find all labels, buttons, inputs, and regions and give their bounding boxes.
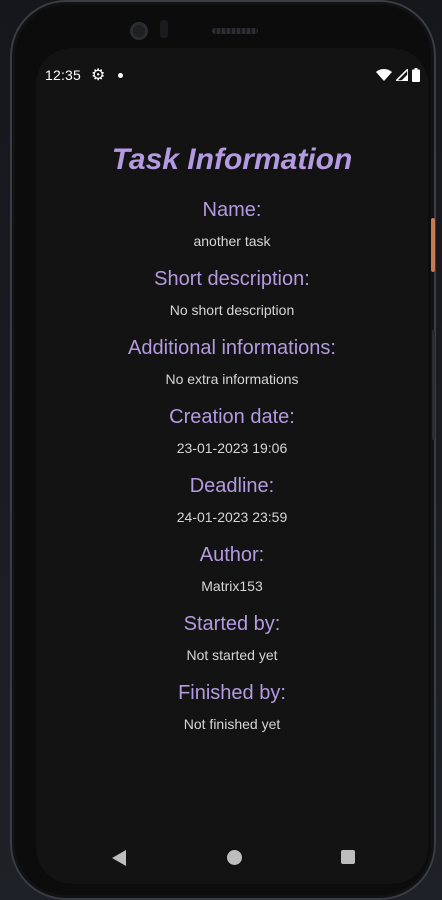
power-button[interactable] <box>431 218 435 272</box>
field-label: Deadline: <box>189 475 275 497</box>
device-background: 12:35 ⚙ Task Information Name: another t… <box>0 0 442 900</box>
field-value: Not started yet <box>186 647 278 663</box>
navigation-bar <box>36 846 428 870</box>
field-label: Additional informations: <box>128 337 336 359</box>
field-value: 24-01-2023 23:59 <box>176 509 288 525</box>
field-label: Creation date: <box>169 406 295 428</box>
earpiece-speaker <box>212 28 258 34</box>
status-time: 12:35 <box>45 67 82 83</box>
battery-icon <box>412 68 420 82</box>
status-icons <box>376 68 420 82</box>
field-label: Short description: <box>154 268 310 290</box>
field-author: Author: Matrix153 <box>36 543 428 595</box>
field-value: No short description <box>169 302 295 318</box>
field-creation-date: Creation date: 23-01-2023 19:06 <box>36 405 428 457</box>
field-value: Matrix153 <box>201 578 263 594</box>
gear-icon: ⚙ <box>91 67 106 84</box>
task-info-content: Task Information Name: another task Shor… <box>36 142 428 733</box>
field-deadline: Deadline: 24-01-2023 23:59 <box>36 474 428 526</box>
field-name: Name: another task <box>36 198 428 250</box>
field-value: 23-01-2023 19:06 <box>176 440 288 456</box>
notification-dot-icon <box>118 73 123 78</box>
signal-icon <box>396 69 408 81</box>
field-started-by: Started by: Not started yet <box>36 612 428 664</box>
field-finished-by: Finished by: Not finished yet <box>36 681 428 733</box>
volume-button[interactable] <box>432 330 435 440</box>
field-label: Started by: <box>183 613 281 635</box>
field-label: Name: <box>202 199 262 221</box>
wifi-icon <box>376 68 392 81</box>
field-value: another task <box>193 233 271 249</box>
field-short-description: Short description: No short description <box>36 267 428 319</box>
field-value: Not finished yet <box>183 716 281 732</box>
home-icon[interactable] <box>227 850 242 865</box>
field-additional-informations: Additional informations: No extra inform… <box>36 336 428 388</box>
field-label: Author: <box>199 544 265 566</box>
field-label: Finished by: <box>178 682 286 704</box>
back-icon[interactable] <box>112 850 126 866</box>
front-camera <box>130 22 148 40</box>
phone-frame: 12:35 ⚙ Task Information Name: another t… <box>10 0 436 900</box>
recent-apps-icon[interactable] <box>341 850 355 864</box>
status-bar: 12:35 ⚙ <box>36 64 428 88</box>
page-title: Task Information <box>111 143 353 176</box>
field-value: No extra informations <box>165 371 299 387</box>
phone-screen: 12:35 ⚙ Task Information Name: another t… <box>36 48 428 884</box>
proximity-sensor <box>160 20 168 38</box>
